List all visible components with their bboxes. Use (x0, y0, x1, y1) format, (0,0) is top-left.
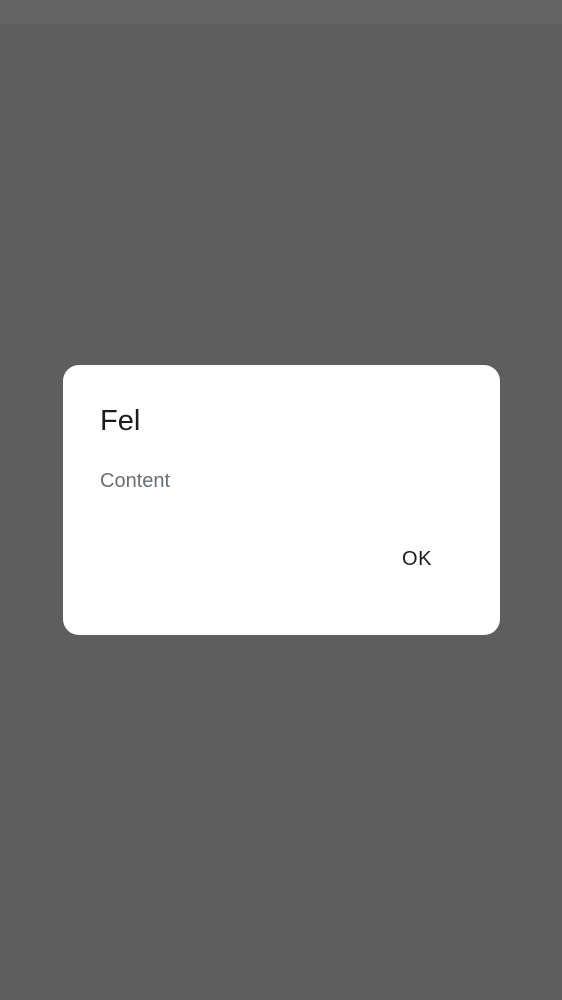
ok-button[interactable]: OK (381, 537, 453, 581)
alert-dialog: Fel Content OK (63, 365, 500, 635)
dialog-title: Fel (100, 405, 141, 437)
dialog-content: Content (100, 470, 171, 492)
